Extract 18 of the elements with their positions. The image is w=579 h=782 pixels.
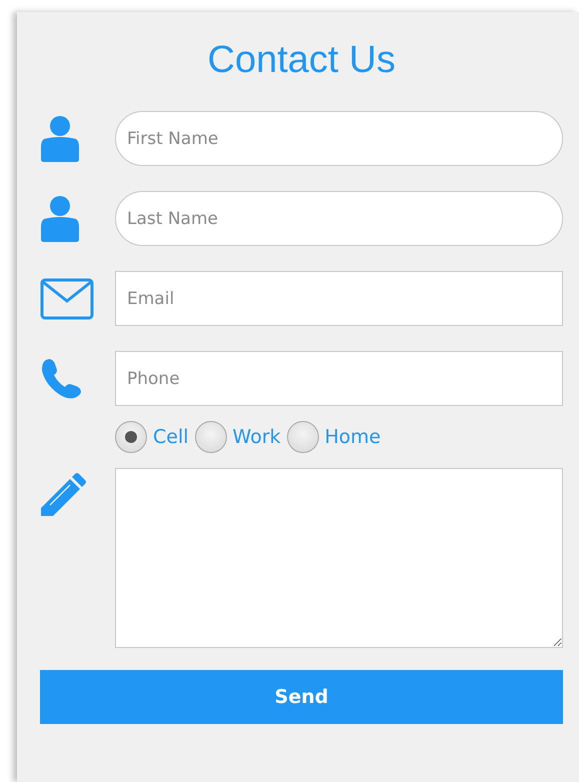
input-field[interactable]: Last Name: [115, 191, 563, 246]
radio-label[interactable]: Cell: [153, 426, 189, 448]
person-icon: [40, 114, 80, 162]
radio-button[interactable]: [194, 421, 227, 453]
input-field[interactable]: Email: [115, 271, 563, 326]
phone-icon: [40, 358, 82, 400]
pencil-icon: [40, 472, 88, 518]
radio-button[interactable]: [115, 421, 147, 453]
envelope-icon: [40, 278, 94, 320]
input-field[interactable]: Phone: [115, 351, 563, 406]
radio-button[interactable]: [286, 421, 319, 453]
send-button[interactable]: Send: [40, 670, 563, 724]
message-field[interactable]: [115, 468, 563, 648]
input-field[interactable]: First Name: [115, 111, 563, 166]
radio-label[interactable]: Work: [232, 426, 281, 448]
person-icon: [40, 194, 80, 242]
radio-label[interactable]: Home: [324, 426, 381, 448]
form-title: Contact Us: [206, 38, 396, 83]
